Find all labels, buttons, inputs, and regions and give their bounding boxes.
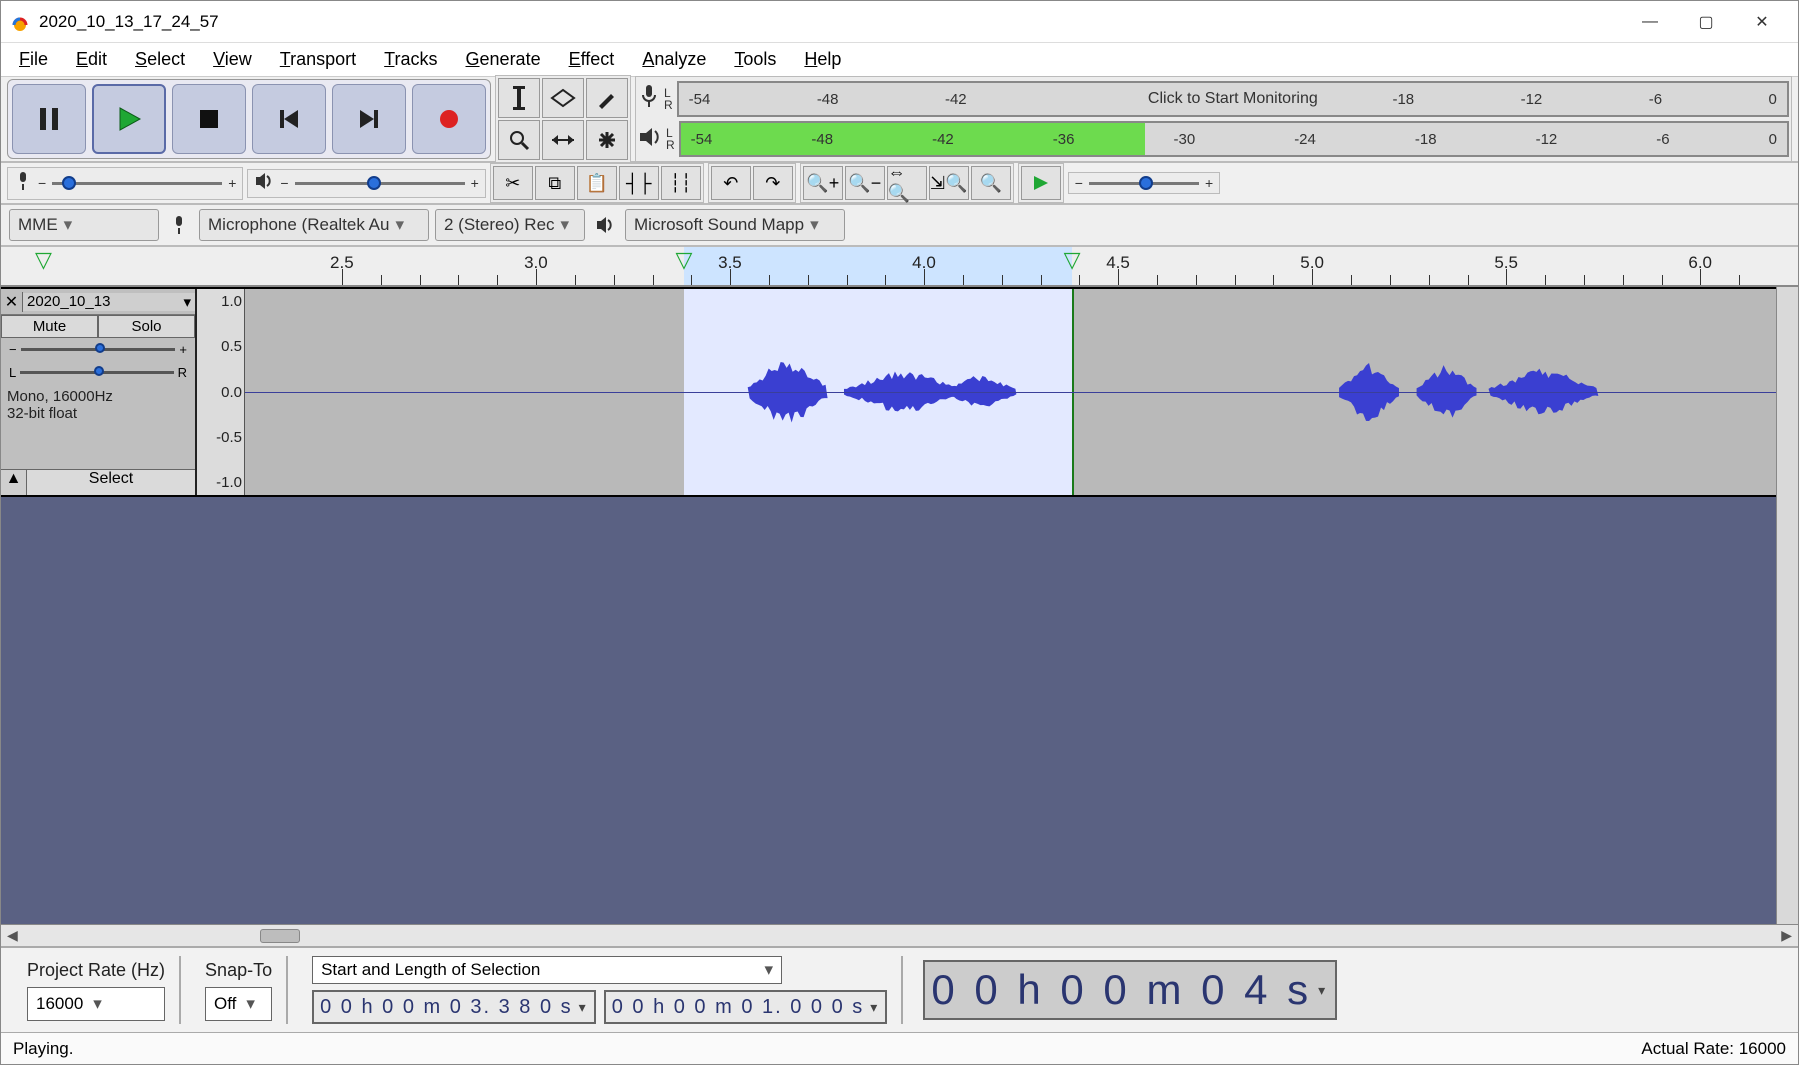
- zoom-toggle-button[interactable]: 🔍: [971, 166, 1011, 200]
- output-device-icon: [591, 216, 619, 234]
- zoom-out-button[interactable]: 🔍−: [845, 166, 885, 200]
- multi-tool[interactable]: [586, 120, 628, 160]
- record-button[interactable]: [412, 84, 486, 154]
- horizontal-scrollbar[interactable]: ◀ ▶: [1, 924, 1798, 946]
- track-pan-slider[interactable]: [20, 371, 173, 374]
- track-menu-button[interactable]: 2020_10_13▾: [23, 293, 195, 311]
- play-button[interactable]: [92, 84, 166, 154]
- timeshift-tool[interactable]: [542, 120, 584, 160]
- track-gain-slider[interactable]: [21, 348, 176, 351]
- track-format-label: Mono, 16000Hz32-bit float: [1, 384, 195, 426]
- track-vertical-ruler: 1.00.50.0-0.5-1.0: [197, 289, 245, 495]
- menu-effect[interactable]: Effect: [555, 43, 629, 76]
- snapto-label: Snap-To: [205, 960, 272, 981]
- undo-button[interactable]: ↶: [711, 166, 751, 200]
- stop-button[interactable]: [172, 84, 246, 154]
- track-select-button[interactable]: Select: [27, 470, 195, 495]
- track-close-button[interactable]: ✕: [1, 292, 23, 312]
- rec-lr-label: LR: [664, 87, 673, 111]
- selection-length-field[interactable]: 0 0 h 0 0 m 0 1. 0 0 0 s▾: [604, 990, 888, 1024]
- output-device-select[interactable]: Microsoft Sound Mapp▾: [625, 209, 845, 241]
- redo-button[interactable]: ↷: [753, 166, 793, 200]
- tools-palette: [495, 75, 631, 163]
- pause-button[interactable]: [12, 84, 86, 154]
- play-at-speed-button[interactable]: [1021, 166, 1061, 200]
- track-collapse-button[interactable]: ▲: [1, 470, 27, 495]
- menu-generate[interactable]: Generate: [452, 43, 555, 76]
- mute-button[interactable]: Mute: [1, 315, 98, 338]
- menu-select[interactable]: Select: [121, 43, 199, 76]
- play-speed-slider[interactable]: [1089, 175, 1199, 191]
- actual-rate-label: Actual Rate: 16000: [1641, 1039, 1786, 1059]
- menu-analyze[interactable]: Analyze: [628, 43, 720, 76]
- input-device-select[interactable]: Microphone (Realtek Au▾: [199, 209, 429, 241]
- app-icon: [9, 11, 31, 33]
- project-rate-select[interactable]: 16000▾: [27, 987, 165, 1021]
- draw-tool[interactable]: [586, 78, 628, 118]
- menu-file[interactable]: File: [5, 43, 62, 76]
- recording-meter[interactable]: -54-48-42-18-12-60 Click to Start Monito…: [677, 81, 1789, 117]
- vertical-scrollbar[interactable]: [1776, 287, 1798, 924]
- track-control-panel: ✕ 2020_10_13▾ Mute Solo −+ LR Mono, 1600…: [1, 289, 197, 495]
- snapto-select[interactable]: Off▾: [205, 987, 272, 1021]
- project-rate-label: Project Rate (Hz): [27, 960, 165, 981]
- menu-tools[interactable]: Tools: [720, 43, 790, 76]
- menu-tracks[interactable]: Tracks: [370, 43, 451, 76]
- minimize-button[interactable]: ―: [1622, 3, 1678, 41]
- paste-button[interactable]: 📋: [577, 166, 617, 200]
- cut-button[interactable]: ✂: [493, 166, 533, 200]
- play-lr-label: LR: [666, 127, 675, 151]
- zoom-fit-proj-button[interactable]: ⇲🔍: [929, 166, 969, 200]
- status-text: Playing.: [13, 1039, 73, 1059]
- audio-host-select[interactable]: MME▾: [9, 209, 159, 241]
- selection-start-field[interactable]: 0 0 h 0 0 m 0 3. 3 8 0 s▾: [312, 990, 596, 1024]
- window-title: 2020_10_13_17_24_57: [39, 12, 219, 32]
- skip-start-button[interactable]: [252, 84, 326, 154]
- trim-button[interactable]: ┤├: [619, 166, 659, 200]
- envelope-tool[interactable]: [542, 78, 584, 118]
- menu-help[interactable]: Help: [790, 43, 855, 76]
- mic-icon: [638, 83, 660, 116]
- close-button[interactable]: ✕: [1734, 3, 1790, 41]
- menu-view[interactable]: View: [199, 43, 266, 76]
- channels-select[interactable]: 2 (Stereo) Rec▾: [435, 209, 585, 241]
- menu-transport[interactable]: Transport: [266, 43, 370, 76]
- speaker-icon: [638, 126, 662, 153]
- timeline-ruler[interactable]: ▽▽▽2.53.03.54.04.55.05.56.0: [1, 247, 1798, 287]
- zoom-fit-sel-button[interactable]: ⇔🔍: [887, 166, 927, 200]
- selection-mode-select[interactable]: Start and Length of Selection▾: [312, 956, 782, 984]
- audio-position-display[interactable]: 0 0 h 0 0 m 0 4 s▾: [923, 960, 1337, 1020]
- mic-device-icon: [165, 214, 193, 236]
- zoom-tool[interactable]: [498, 120, 540, 160]
- silence-button[interactable]: ┆┆: [661, 166, 701, 200]
- maximize-button[interactable]: ▢: [1678, 3, 1734, 41]
- selection-tool[interactable]: [498, 78, 540, 118]
- skip-end-button[interactable]: [332, 84, 406, 154]
- solo-button[interactable]: Solo: [98, 315, 195, 338]
- playback-meter[interactable]: -54-48-42-36-30-24-18-12-60: [679, 121, 1789, 157]
- copy-button[interactable]: ⧉: [535, 166, 575, 200]
- mic-gain-slider[interactable]: [52, 175, 222, 191]
- zoom-in-button[interactable]: 🔍+: [803, 166, 843, 200]
- output-vol-icon: [254, 172, 274, 195]
- waveform-canvas[interactable]: [245, 289, 1776, 495]
- menu-edit[interactable]: Edit: [62, 43, 121, 76]
- output-vol-slider[interactable]: [295, 175, 465, 191]
- mic-gain-icon: [14, 170, 32, 197]
